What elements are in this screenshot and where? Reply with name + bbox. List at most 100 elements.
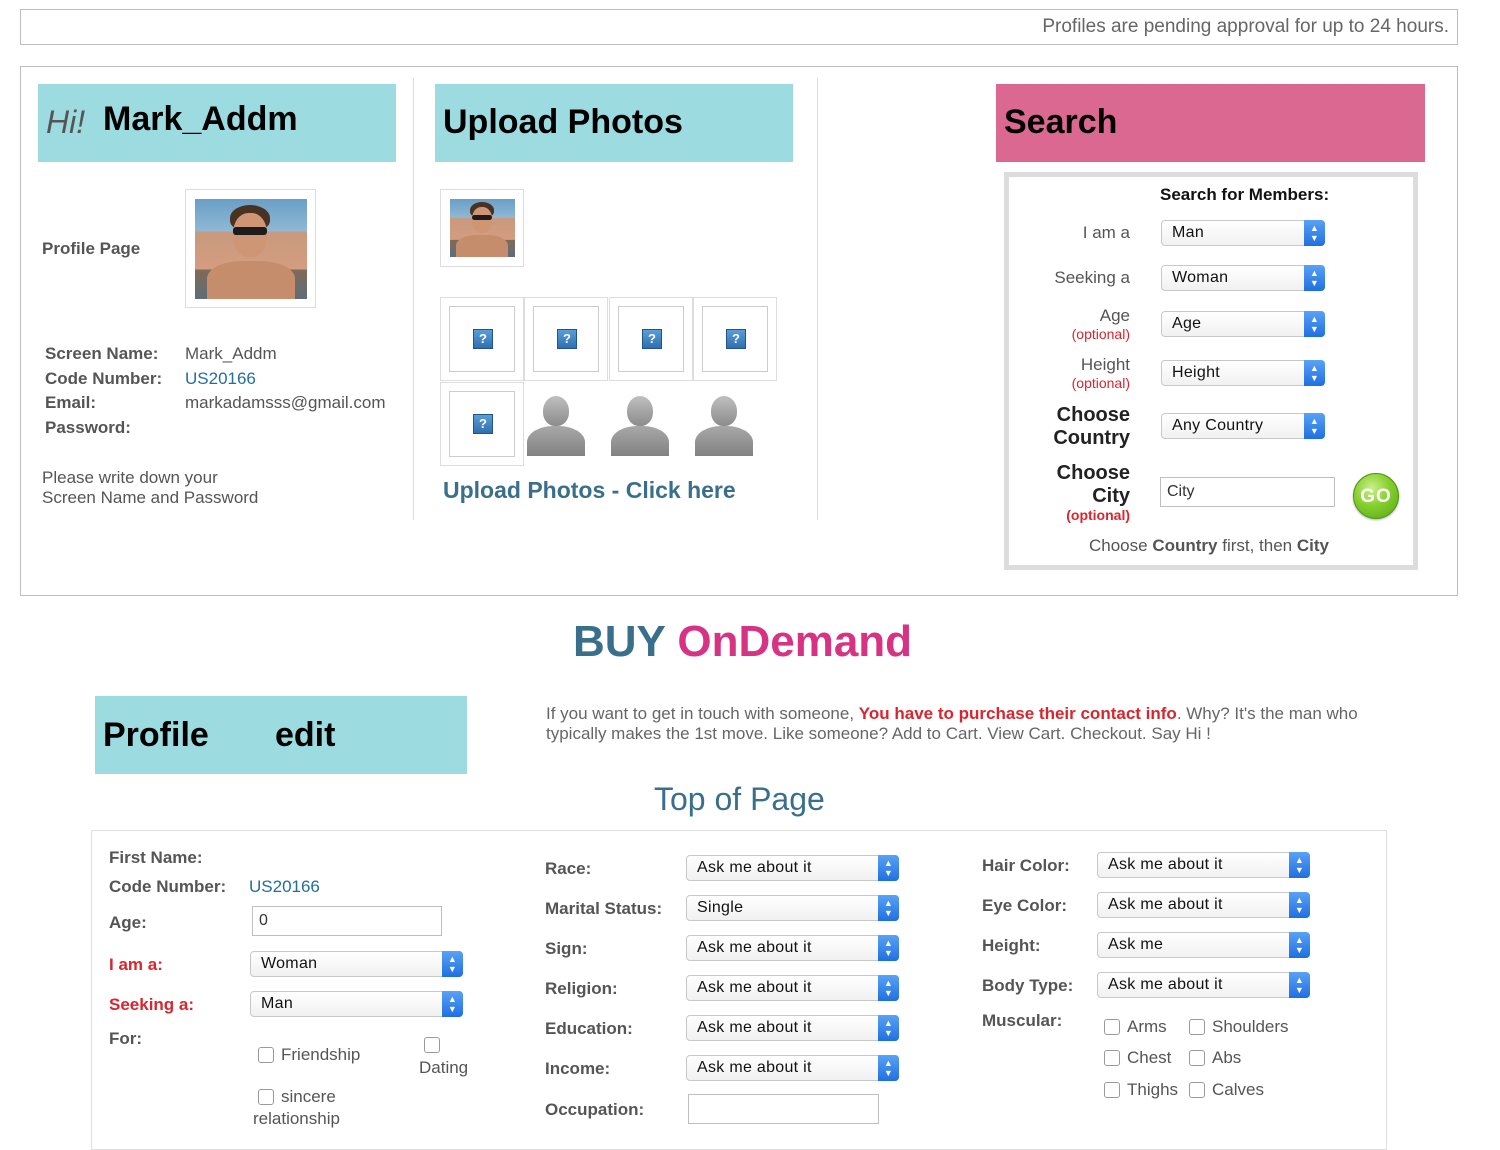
chest-checkbox[interactable] <box>1104 1050 1120 1066</box>
height-select[interactable]: Ask me ▲ ▼ <box>1097 932 1310 958</box>
email-value: markadamsss@gmail.com <box>185 393 386 412</box>
eye-color-value: Ask me about it <box>1108 896 1223 913</box>
abs-label: Abs <box>1212 1048 1242 1067</box>
person-silhouette-icon[interactable] <box>523 392 589 456</box>
age-select[interactable]: Age ▲ ▼ <box>1161 311 1325 337</box>
note-line-1: Please write down your <box>42 468 218 487</box>
sincere-relationship-checkbox[interactable] <box>258 1089 274 1105</box>
city-input[interactable]: City <box>1160 477 1335 507</box>
religion-value: Ask me about it <box>697 979 812 996</box>
edit-title[interactable]: edit <box>275 716 335 755</box>
i-am-select[interactable]: Man ▲ ▼ <box>1161 220 1325 246</box>
race-select[interactable]: Ask me about it ▲ ▼ <box>686 855 899 881</box>
age-label: Age: <box>109 913 147 932</box>
optional-note: (optional) <box>1066 507 1130 523</box>
eye-color-select[interactable]: Ask me about it ▲ ▼ <box>1097 892 1310 918</box>
marital-status-select[interactable]: Single ▲ ▼ <box>686 895 899 921</box>
account-field-values: Mark_Addm US20166 markadamsss@gmail.com <box>185 342 386 416</box>
country-select[interactable]: Any Country ▲ ▼ <box>1161 413 1325 439</box>
shoulders-checkbox[interactable] <box>1189 1019 1205 1035</box>
top-of-page-link[interactable]: Top of Page <box>654 781 825 818</box>
race-value: Ask me about it <box>697 859 812 876</box>
select-arrow-icon: ▲ ▼ <box>1289 892 1310 918</box>
search-hint: Choose Country first, then City <box>1089 536 1329 556</box>
photo-slot[interactable]: ? <box>609 297 693 381</box>
height-select[interactable]: Height ▲ ▼ <box>1161 360 1325 386</box>
body-type-select[interactable]: Ask me about it ▲ ▼ <box>1097 972 1310 998</box>
hair-color-value: Ask me about it <box>1108 856 1223 873</box>
abs-checkbox[interactable] <box>1189 1050 1205 1066</box>
body-type-label: Body Type: <box>982 976 1074 995</box>
hint-country: Country <box>1152 536 1218 555</box>
photo-slot[interactable]: ? <box>693 297 777 381</box>
shoulders-label: Shoulders <box>1212 1017 1289 1036</box>
person-silhouette-icon[interactable] <box>691 392 757 456</box>
income-label: Income: <box>545 1059 611 1078</box>
seeking-select[interactable]: Woman ▲ ▼ <box>1161 265 1325 291</box>
go-button[interactable]: GO <box>1353 473 1399 519</box>
info-pre: If you want to get in touch with someone… <box>546 704 859 723</box>
age-label: Age <box>1099 306 1130 325</box>
sign-select[interactable]: Ask me about it ▲ ▼ <box>686 935 899 961</box>
chest-label: Chest <box>1127 1048 1172 1067</box>
income-value: Ask me about it <box>697 1059 812 1076</box>
credentials-note: Please write down your Screen Name and P… <box>42 468 258 508</box>
seeking-label: Seeking a <box>1054 268 1130 287</box>
i-am-select[interactable]: Woman ▲ ▼ <box>250 951 463 977</box>
friendship-label: Friendship <box>281 1045 361 1064</box>
income-select[interactable]: Ask me about it ▲ ▼ <box>686 1055 899 1081</box>
religion-select[interactable]: Ask me about it ▲ ▼ <box>686 975 899 1001</box>
relationship-label: relationship <box>253 1109 340 1128</box>
country-value: Any Country <box>1172 417 1264 434</box>
screen-name-value: Mark_Addm <box>185 344 277 363</box>
body-type-value: Ask me about it <box>1108 976 1223 993</box>
contact-info-note: If you want to get in touch with someone… <box>546 704 1386 744</box>
hair-color-select[interactable]: Ask me about it ▲ ▼ <box>1097 852 1310 878</box>
select-arrow-icon: ▲ ▼ <box>1304 413 1325 439</box>
upload-thumbnail-frame[interactable] <box>440 189 524 267</box>
height-label: Height <box>1080 355 1130 374</box>
search-header: Search <box>996 84 1425 162</box>
profile-photo-frame[interactable] <box>185 189 316 308</box>
email-label: Email: <box>45 393 97 412</box>
seeking-select[interactable]: Man ▲ ▼ <box>250 991 463 1017</box>
occupation-input[interactable] <box>688 1094 879 1124</box>
select-arrow-icon: ▲ ▼ <box>878 1055 899 1081</box>
religion-label: Religion: <box>545 979 618 998</box>
photo-slot[interactable]: ? <box>440 297 524 381</box>
upload-photos-link[interactable]: Upload Photos - Click here <box>443 477 736 504</box>
optional-note: (optional) <box>1071 326 1130 342</box>
education-select[interactable]: Ask me about it ▲ ▼ <box>686 1015 899 1041</box>
age-input[interactable]: 0 <box>252 906 442 936</box>
select-arrow-icon: ▲ ▼ <box>1289 852 1310 878</box>
buy-text: BUY <box>573 617 666 666</box>
dating-checkbox[interactable] <box>424 1037 440 1053</box>
select-arrow-icon: ▲ ▼ <box>1304 311 1325 337</box>
sincere-label: sincere <box>281 1087 336 1106</box>
thighs-checkbox[interactable] <box>1104 1082 1120 1098</box>
search-members-heading: Search for Members: <box>1160 185 1330 204</box>
pending-notice: Profiles are pending approval for up to … <box>20 9 1458 45</box>
photo-slot[interactable]: ? <box>440 382 524 466</box>
select-arrow-icon: ▲ ▼ <box>878 935 899 961</box>
upload-photos-header: Upload Photos <box>435 84 793 162</box>
profile-title: Profile <box>103 716 209 754</box>
first-name-label: First Name: <box>109 848 203 867</box>
i-am-value: Woman <box>261 955 318 972</box>
profile-photo <box>195 199 307 299</box>
marital-status-value: Single <box>697 899 744 916</box>
person-silhouette-icon[interactable] <box>607 392 673 456</box>
column-divider <box>817 78 818 520</box>
hint-city: City <box>1296 536 1329 555</box>
height-value: Height <box>1172 364 1221 381</box>
education-label: Education: <box>545 1019 633 1038</box>
arms-checkbox[interactable] <box>1104 1019 1120 1035</box>
marital-status-label: Marital Status: <box>545 899 663 918</box>
screen-name-label: Screen Name: <box>45 344 159 363</box>
choose-country-label: Choose Country <box>1010 404 1130 450</box>
race-label: Race: <box>545 859 592 878</box>
calves-checkbox[interactable] <box>1189 1082 1205 1098</box>
photo-slot[interactable]: ? <box>524 297 608 381</box>
profile-page-link[interactable]: Profile Page <box>42 239 140 259</box>
friendship-checkbox[interactable] <box>258 1047 274 1063</box>
